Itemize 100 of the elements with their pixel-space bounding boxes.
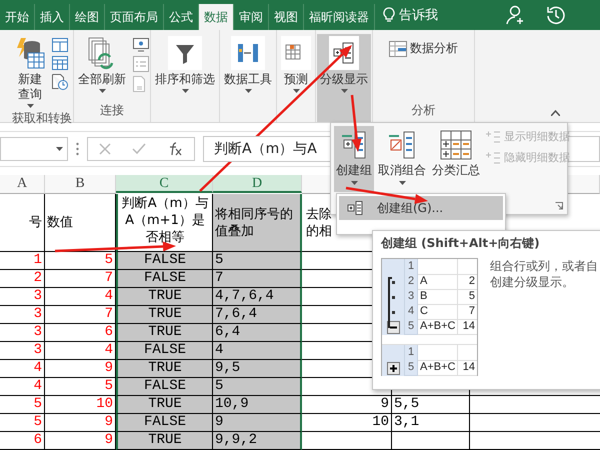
- show-detail-icon: [485, 130, 501, 144]
- ribbon-button[interactable]: 创建组: [334, 126, 374, 192]
- table-header-cell: 数值: [45, 194, 116, 252]
- column-header[interactable]: C: [116, 175, 213, 193]
- table-cell: 6: [0, 432, 45, 450]
- example-cell: B: [418, 289, 458, 305]
- table-cell: TRUE: [116, 288, 213, 306]
- data-tools-button[interactable]: 数据工具: [221, 34, 275, 122]
- table-cell: 9: [213, 414, 302, 432]
- table-cell: 3: [0, 306, 45, 324]
- properties-icon: [133, 56, 149, 72]
- example-cell: A: [418, 274, 458, 290]
- ribbon-button[interactable]: 取消组合: [376, 126, 428, 192]
- table-cell: 9,9,2: [213, 432, 302, 450]
- group-icon: [347, 201, 363, 215]
- caret-icon: [56, 147, 63, 151]
- caret-icon: [26, 104, 34, 108]
- group-label: 获取和转换: [12, 110, 72, 127]
- function-icon: [167, 142, 184, 156]
- tell-me-button[interactable]: 告诉我: [375, 0, 446, 30]
- table-cell: FALSE: [116, 270, 213, 288]
- table-cell: 5: [213, 378, 302, 396]
- forecast-icon: [281, 36, 311, 70]
- table-cell: TRUE: [116, 396, 213, 414]
- row-number: 4: [404, 304, 418, 320]
- caret-icon: [340, 89, 348, 93]
- funnel-icon: [168, 36, 202, 70]
- ribbon-button[interactable]: 分类汇总: [430, 126, 482, 192]
- enter-icon: [132, 143, 146, 155]
- table-cell: 3: [0, 324, 45, 342]
- table-cell: 5: [0, 396, 45, 414]
- collapse-ribbon-icon: [551, 110, 560, 116]
- monitor-icon: [133, 38, 149, 52]
- data-analysis-button[interactable]: 数据分析: [387, 38, 460, 59]
- subtotal-icon: [440, 130, 472, 160]
- table-cell: TRUE: [116, 432, 213, 450]
- clock-document-icon: [52, 74, 68, 90]
- table-cell: 5: [213, 252, 302, 270]
- example-cell: 2: [458, 274, 477, 290]
- name-box[interactable]: [0, 137, 68, 161]
- outline-bracket-icon: [388, 277, 393, 329]
- caret-icon: [398, 181, 406, 185]
- caret-icon: [350, 181, 358, 185]
- example-cell: 5: [458, 289, 477, 305]
- table-cell: FALSE: [116, 378, 213, 396]
- row-number: 3: [404, 289, 418, 305]
- table-cell: 5,5: [392, 396, 470, 414]
- table-cell: TRUE: [116, 360, 213, 378]
- table-icon: [52, 38, 68, 52]
- add-person-icon: [506, 5, 526, 25]
- column-header[interactable]: B: [45, 175, 116, 194]
- tooltip-description: 创建分级显示。: [490, 274, 575, 290]
- table-cell: TRUE: [116, 306, 213, 324]
- table-cell: 4,7,6,4: [213, 288, 302, 306]
- outline-button[interactable]: 分级显示: [317, 34, 371, 122]
- history-icon: [546, 5, 566, 25]
- table-header-cell: 将相同序号的值叠加: [213, 194, 302, 252]
- table-cell: 9,5: [213, 360, 302, 378]
- group-label: 连接: [99, 102, 125, 119]
- table-cell: 7,6,4: [213, 306, 302, 324]
- ungroup-icon: [387, 130, 417, 160]
- table-cell: 4: [0, 378, 45, 396]
- refresh-all-button[interactable]: 全部刷新: [75, 34, 129, 102]
- forecast-button[interactable]: 预测: [278, 34, 314, 122]
- table-cell: 3,1: [392, 414, 470, 432]
- group-label: 分析: [410, 102, 436, 119]
- table-cell: 6,4: [213, 324, 302, 342]
- table-cell: TRUE: [116, 324, 213, 342]
- example-cell: [418, 259, 458, 275]
- row-number: 1: [404, 345, 418, 361]
- menu-item[interactable]: 创建组(G)...: [339, 196, 503, 220]
- tooltip-description: 组合行或列，或者自: [490, 258, 598, 274]
- column-header[interactable]: D: [213, 175, 302, 193]
- table-header-cell: 号: [0, 194, 45, 252]
- example-cell: 14: [458, 360, 477, 376]
- new-query-button[interactable]: 新建查询: [12, 34, 48, 110]
- row-number: 1: [404, 259, 418, 275]
- example-cell: 7: [458, 304, 477, 320]
- lightbulb-icon: [383, 7, 395, 23]
- database-icon: [15, 36, 45, 70]
- analysis-icon: [389, 40, 407, 56]
- row-number: 2: [404, 274, 418, 290]
- table-cell: 10: [302, 414, 392, 432]
- sort-filter-button[interactable]: 排序和筛选: [152, 34, 218, 122]
- example-cell: C: [418, 304, 458, 320]
- caret-icon: [182, 89, 188, 93]
- table-cell: 4: [213, 342, 302, 360]
- hide-detail-icon: [485, 150, 501, 164]
- table-cell: 1: [0, 252, 45, 270]
- column-header[interactable]: A: [0, 175, 45, 194]
- row-number: 5: [404, 360, 418, 376]
- table-cell: FALSE: [116, 342, 213, 360]
- table-cell: 7: [213, 270, 302, 288]
- table-cell: FALSE: [116, 414, 213, 432]
- grip-icon: [76, 142, 79, 156]
- table-cell: 2: [0, 270, 45, 288]
- cancel-icon: [98, 143, 111, 155]
- row-number: 5: [404, 319, 418, 335]
- caret-icon: [292, 89, 300, 93]
- ribbon-tab[interactable]: 数据: [199, 4, 234, 30]
